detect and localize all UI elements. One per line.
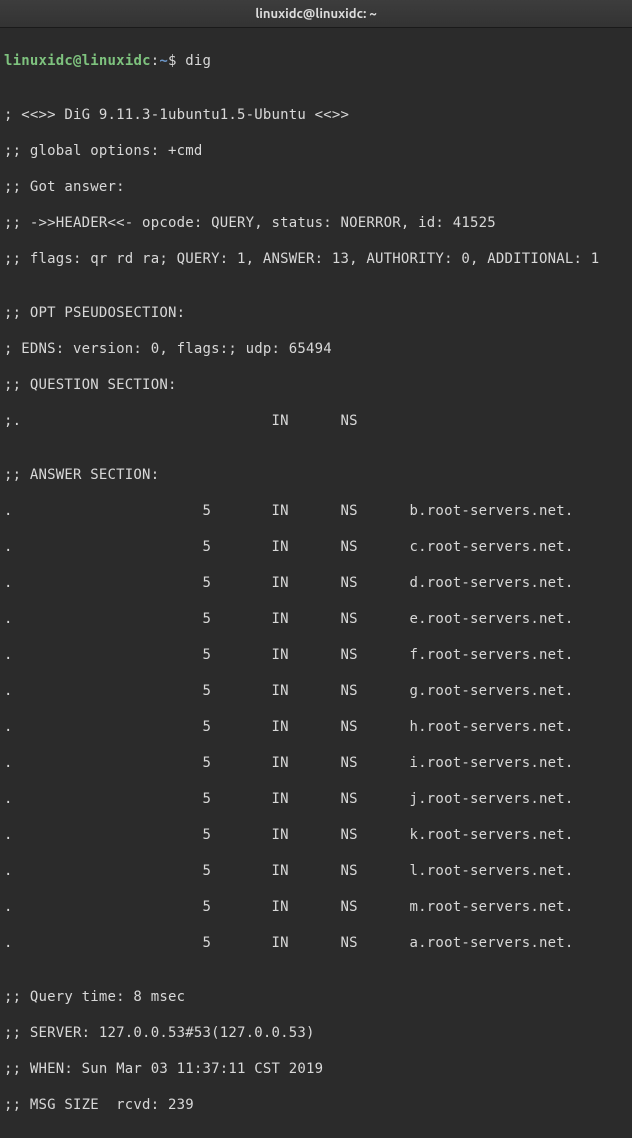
output-line: ;; ->>HEADER<<- opcode: QUERY, status: N… <box>4 214 628 232</box>
answer-row: . 5 IN NS m.root-servers.net. <box>4 898 628 916</box>
answer-row: . 5 IN NS l.root-servers.net. <box>4 862 628 880</box>
answer-row: . 5 IN NS c.root-servers.net. <box>4 538 628 556</box>
window-title: linuxidc@linuxidc: ~ <box>0 0 632 28</box>
answer-row: . 5 IN NS a.root-servers.net. <box>4 934 628 952</box>
prompt-dollar: $ <box>168 53 185 69</box>
answer-row: . 5 IN NS j.root-servers.net. <box>4 790 628 808</box>
answer-row: . 5 IN NS e.root-servers.net. <box>4 610 628 628</box>
output-line: ;. IN NS <box>4 412 628 430</box>
answer-row: . 5 IN NS i.root-servers.net. <box>4 754 628 772</box>
answer-row: . 5 IN NS k.root-servers.net. <box>4 826 628 844</box>
prompt-at: @ <box>73 53 82 69</box>
answer-row: . 5 IN NS b.root-servers.net. <box>4 502 628 520</box>
prompt-user: linuxidc <box>4 53 73 69</box>
footer-line: ;; WHEN: Sun Mar 03 11:37:11 CST 2019 <box>4 1060 628 1078</box>
answer-row: . 5 IN NS h.root-servers.net. <box>4 718 628 736</box>
footer-line: ;; SERVER: 127.0.0.53#53(127.0.0.53) <box>4 1024 628 1042</box>
terminal-output[interactable]: linuxidc@linuxidc:~$ dig ; <<>> DiG 9.11… <box>0 28 632 1138</box>
footer-line: ;; MSG SIZE rcvd: 239 <box>4 1096 628 1114</box>
prompt-line: linuxidc@linuxidc:~$ dig <box>4 52 628 70</box>
answer-row: . 5 IN NS f.root-servers.net. <box>4 646 628 664</box>
answer-row: . 5 IN NS d.root-servers.net. <box>4 574 628 592</box>
output-line: ; <<>> DiG 9.11.3-1ubuntu1.5-Ubuntu <<>> <box>4 106 628 124</box>
prompt-path: ~ <box>159 53 168 69</box>
answer-row: . 5 IN NS g.root-servers.net. <box>4 682 628 700</box>
output-line: ;; flags: qr rd ra; QUERY: 1, ANSWER: 13… <box>4 250 628 268</box>
footer-line: ;; Query time: 8 msec <box>4 988 628 1006</box>
output-line: ;; Got answer: <box>4 178 628 196</box>
output-line: ;; global options: +cmd <box>4 142 628 160</box>
output-line: ;; ANSWER SECTION: <box>4 466 628 484</box>
output-line: ; EDNS: version: 0, flags:; udp: 65494 <box>4 340 628 358</box>
output-line: ;; OPT PSEUDOSECTION: <box>4 304 628 322</box>
output-line: ;; QUESTION SECTION: <box>4 376 628 394</box>
prompt-host: linuxidc <box>82 53 151 69</box>
command: dig <box>185 53 211 69</box>
